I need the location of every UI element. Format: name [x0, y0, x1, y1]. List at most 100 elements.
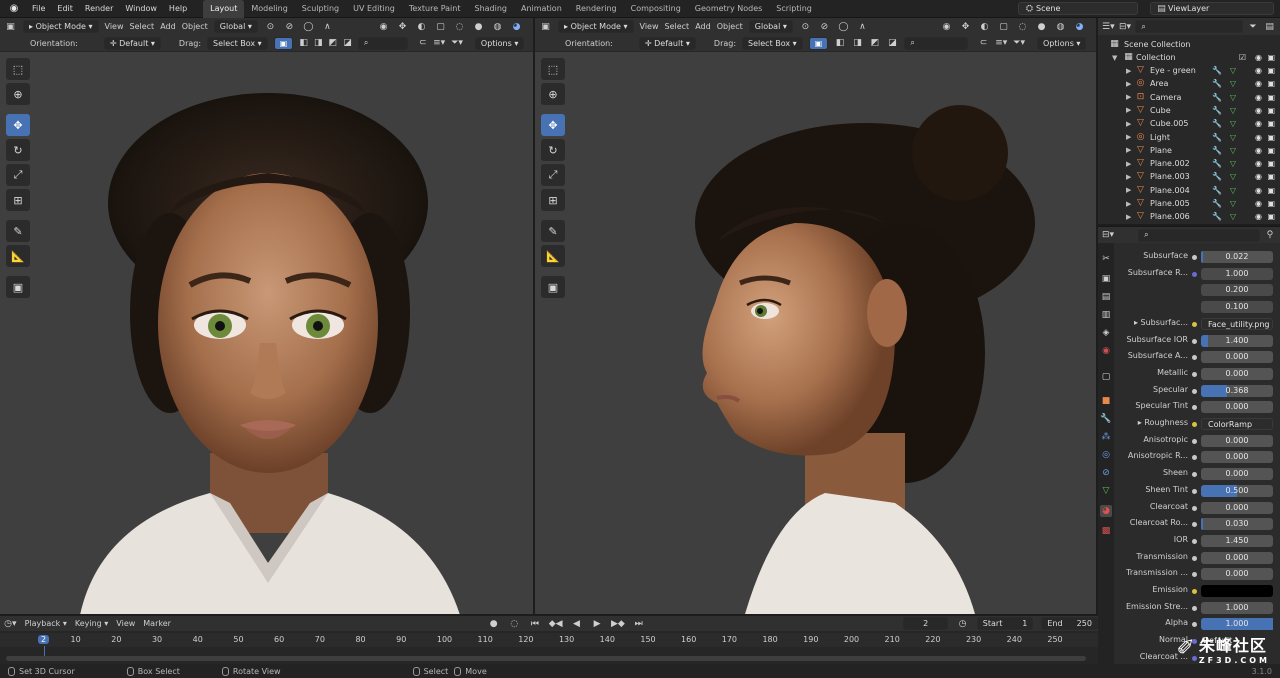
camera-render-icon[interactable]: ▣	[1267, 133, 1275, 142]
properties-search-input[interactable]: ⌕	[1138, 228, 1260, 242]
options-button[interactable]: Options ▾	[474, 36, 525, 50]
modifier-icon[interactable]: 🔧	[1212, 146, 1222, 155]
mesh-data-icon[interactable]: ▽	[1230, 66, 1236, 75]
select-mode-invert-icon[interactable]: ◩	[329, 37, 338, 50]
eye-icon[interactable]: ◉	[1255, 186, 1262, 195]
timeline-scrollbar[interactable]	[6, 656, 1086, 661]
pivot-icon[interactable]: ⊙	[799, 20, 812, 33]
property-vector-field[interactable]: 0.100	[1201, 301, 1273, 314]
output-tab-icon[interactable]: ▤	[1100, 291, 1112, 303]
render-tab-icon[interactable]: ▣	[1100, 273, 1112, 285]
editor-type-icon[interactable]: ◷▾	[4, 617, 17, 630]
modifier-icon[interactable]: 🔧	[1212, 212, 1222, 221]
outliner-item[interactable]: ▶ ◎ Area 🔧 ▽ ◉ ▣	[1098, 77, 1280, 90]
outliner-item[interactable]: ▶ ▽ Plane.006 🔧 ▽ ◉ ▣	[1098, 210, 1280, 223]
tab-rendering[interactable]: Rendering	[569, 0, 624, 18]
add-cube-tool-icon[interactable]: ▣	[6, 276, 30, 298]
select-mode-new[interactable]: ▣	[808, 36, 829, 50]
current-frame-field[interactable]: 2	[903, 617, 949, 630]
property-value-field[interactable]: 1.450	[1201, 534, 1273, 547]
layer-icon[interactable]: ≡▾	[995, 37, 1007, 50]
viewport-side[interactable]: ▣ ▸ Object Mode ▾ View Select Add Object…	[535, 18, 1096, 614]
editor-type-icon[interactable]: ☰▾	[1102, 20, 1115, 33]
display-mode-icon[interactable]: ⊟▾	[1119, 20, 1132, 33]
transform-tool-icon[interactable]: ⊞	[6, 189, 30, 211]
property-vector-field[interactable]: 0.200	[1201, 284, 1273, 297]
object-menu[interactable]: Object	[717, 22, 743, 31]
mode-selector[interactable]: ▸ Object Mode ▾	[558, 20, 634, 33]
socket-icon[interactable]	[1192, 338, 1197, 344]
mesh-data-icon[interactable]: ▽	[1230, 159, 1236, 168]
tab-scripting[interactable]: Scripting	[769, 0, 819, 18]
falloff-icon[interactable]: ∧	[856, 20, 869, 33]
transform-orientation[interactable]: Global ▾	[748, 20, 793, 33]
transform-tool-icon[interactable]: ⊞	[541, 189, 565, 211]
property-value-field[interactable]: 0.022	[1201, 251, 1273, 263]
expand-triangle-icon[interactable]: ▼	[1112, 54, 1117, 62]
keyframe-icon[interactable]: ◌	[508, 617, 521, 630]
camera-render-icon[interactable]: ▣	[1267, 146, 1275, 155]
eye-icon[interactable]: ◉	[1255, 133, 1262, 142]
outliner-item[interactable]: ▶ ⊡ Camera 🔧 ▽ ◉ ▣	[1098, 91, 1280, 104]
expand-triangle-icon[interactable]: ▶	[1126, 213, 1131, 221]
expand-triangle-icon[interactable]: ▶	[1126, 120, 1131, 128]
property-value-field[interactable]: 0.000	[1201, 451, 1273, 464]
drag-dropdown[interactable]: Select Box ▾	[207, 36, 268, 50]
shading-render-icon[interactable]: ◕	[1073, 20, 1086, 33]
expand-triangle-icon[interactable]: ▶	[1126, 106, 1131, 114]
socket-icon[interactable]	[1192, 371, 1197, 377]
add-menu[interactable]: Add	[695, 22, 711, 31]
editor-type-icon[interactable]: ▣	[4, 20, 17, 33]
mesh-data-icon[interactable]: ▽	[1230, 212, 1236, 221]
select-mode-intersect-icon[interactable]: ◪	[887, 37, 899, 50]
property-value-field[interactable]: 1.000	[1201, 618, 1273, 631]
object-tab-icon[interactable]: ■	[1100, 395, 1112, 407]
filter-icon[interactable]: ⏷	[1247, 20, 1260, 33]
eye-icon[interactable]: ◉	[1255, 159, 1262, 168]
property-value-field[interactable]: 0.000	[1201, 401, 1273, 414]
measure-tool-icon[interactable]: 📐	[541, 245, 565, 267]
property-value-field[interactable]: 0.030	[1201, 518, 1273, 531]
add-cube-tool-icon[interactable]: ▣	[541, 276, 565, 298]
camera-render-icon[interactable]: ▣	[1267, 159, 1275, 168]
socket-icon[interactable]	[1192, 355, 1197, 361]
play-reverse-icon[interactable]: ◀	[570, 617, 583, 630]
select-box-tool-icon[interactable]: ⬚	[6, 58, 30, 80]
property-value-field[interactable]: 0.000	[1201, 551, 1273, 564]
outliner-item[interactable]: ▶ ▽ Cube 🔧 ▽ ◉ ▣	[1098, 104, 1280, 117]
menu-file[interactable]: File	[26, 4, 51, 13]
overlay-icon[interactable]: ◐	[415, 20, 428, 33]
scene-tab-icon[interactable]: ◈	[1100, 327, 1112, 339]
visibility-icon[interactable]: ◉	[377, 20, 390, 33]
proportional-icon[interactable]: ◯	[837, 20, 850, 33]
camera-render-icon[interactable]: ▣	[1267, 93, 1275, 102]
view-layer-tab-icon[interactable]: ▥	[1100, 309, 1112, 321]
expand-triangle-icon[interactable]: ▶	[1126, 200, 1131, 208]
xray-icon[interactable]: ▢	[434, 20, 447, 33]
socket-icon[interactable]	[1192, 422, 1197, 427]
rotate-tool-icon[interactable]: ↻	[6, 139, 30, 161]
next-keyframe-icon[interactable]: ▶◆	[611, 617, 625, 630]
modifier-icon[interactable]: 🔧	[1212, 119, 1222, 128]
clock-icon[interactable]: ◷	[956, 617, 969, 630]
tab-shading[interactable]: Shading	[467, 0, 514, 18]
view-menu[interactable]: View	[105, 22, 124, 31]
modifier-icon[interactable]: 🔧	[1212, 172, 1222, 181]
mesh-data-icon[interactable]: ▽	[1230, 133, 1236, 142]
timeline-panel[interactable]: ◷▾ Playback ▾ Keying ▾ View Marker ● ◌ ⏮…	[0, 616, 1098, 664]
annotate-tool-icon[interactable]: ✎	[6, 220, 30, 242]
layer-icon[interactable]: ≡▾	[433, 37, 445, 50]
socket-icon[interactable]	[1192, 405, 1197, 411]
mode-selector[interactable]: ▸ Object Mode ▾	[23, 20, 99, 33]
property-value-field[interactable]: 0.500	[1201, 484, 1273, 497]
select-mode-extend-icon[interactable]: ◧	[299, 37, 308, 50]
playback-menu[interactable]: Playback ▾	[25, 619, 67, 628]
end-frame-field[interactable]: End 250	[1041, 617, 1098, 630]
outliner-item[interactable]: ▶ ▽ Plane.005 🔧 ▽ ◉ ▣	[1098, 197, 1280, 210]
tool-tab-icon[interactable]: ✂	[1100, 253, 1112, 265]
property-value-field[interactable]: 0.000	[1201, 351, 1273, 364]
camera-render-icon[interactable]: ▣	[1267, 212, 1275, 221]
material-tab-icon[interactable]: ◕	[1100, 505, 1112, 517]
move-tool-icon[interactable]: ✥	[6, 114, 30, 136]
outliner-item[interactable]: ▶ ▽ Plane 🔧 ▽ ◉ ▣	[1098, 144, 1280, 157]
